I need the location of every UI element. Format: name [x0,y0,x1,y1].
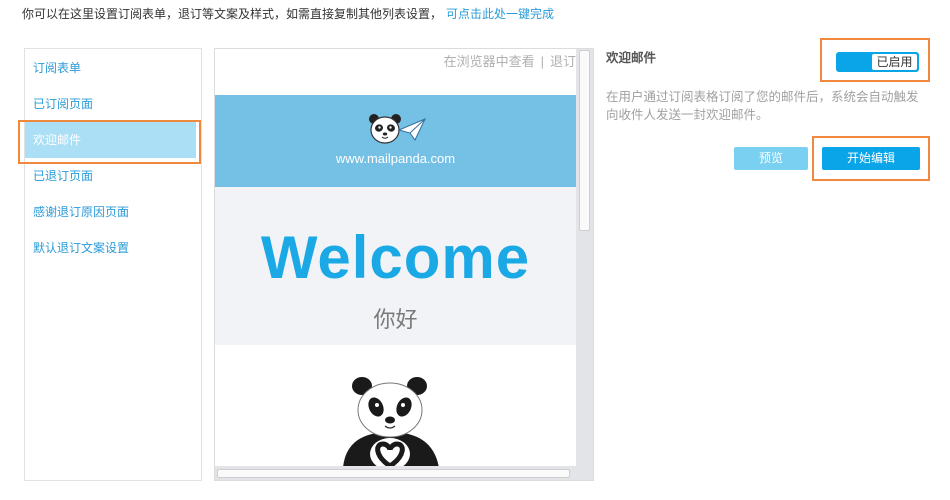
horizontal-scrollbar[interactable] [215,466,593,480]
sidebar-item-subscribed-page[interactable]: 已订阅页面 [25,86,196,122]
sidebar-item-subscribe-form[interactable]: 订阅表单 [25,50,196,86]
toggle-label: 已启用 [872,54,917,70]
vertical-scroll-thumb[interactable] [579,50,590,231]
settings-sidebar: 订阅表单 已订阅页面 欢迎邮件 已退订页面 感谢退订原因页面 默认退订文案设置 [24,48,202,481]
vertical-scrollbar[interactable] [576,49,593,466]
start-edit-button[interactable]: 开始编辑 [822,147,920,170]
intro-line: 你可以在这里设置订阅表单，退订等文案及样式，如需直接复制其他列表设置， 可点击此处… [22,6,554,22]
panda-logo-icon [369,114,427,144]
panel-description: 在用户通过订阅表格订阅了您的邮件后，系统会自动触发向收件人发送一封欢迎邮件。 [606,90,919,122]
panel-title: 欢迎邮件 [606,51,657,65]
preview-button[interactable]: 预览 [734,147,808,170]
email-preview-content: 在浏览器中查看 | 退订 www.mailpanda.com Welcome 你好 [215,49,576,466]
welcome-section: Welcome 你好 [215,187,576,345]
sidebar-item-welcome-email[interactable]: 欢迎邮件 [25,122,196,158]
copy-settings-link[interactable]: 可点击此处一键完成 [446,7,554,21]
site-url: www.mailpanda.com [335,151,456,166]
email-top-links: 在浏览器中查看 | 退订 [215,49,576,95]
email-preview: 在浏览器中查看 | 退订 www.mailpanda.com Welcome 你好 [214,48,594,481]
welcome-headline: Welcome [260,224,531,291]
unsubscribe-link[interactable]: 退订 [550,54,576,69]
email-banner: www.mailpanda.com [215,95,576,187]
enable-toggle[interactable]: 已启用 [836,52,919,72]
panda-illustration [343,377,439,466]
sidebar-item-unsubscribed-page[interactable]: 已退订页面 [25,158,196,194]
sidebar-item-unsubscribe-reason-page[interactable]: 感谢退订原因页面 [25,194,196,230]
horizontal-scroll-thumb[interactable] [217,469,570,478]
intro-text: 你可以在这里设置订阅表单，退订等文案及样式，如需直接复制其他列表设置， [22,7,443,21]
sidebar-item-default-unsubscribe-text[interactable]: 默认退订文案设置 [25,230,196,266]
greeting-text: 你好 [373,307,418,332]
view-in-browser-link[interactable]: 在浏览器中查看 [444,54,535,69]
illustration-section [215,345,576,466]
link-separator: | [540,54,544,69]
